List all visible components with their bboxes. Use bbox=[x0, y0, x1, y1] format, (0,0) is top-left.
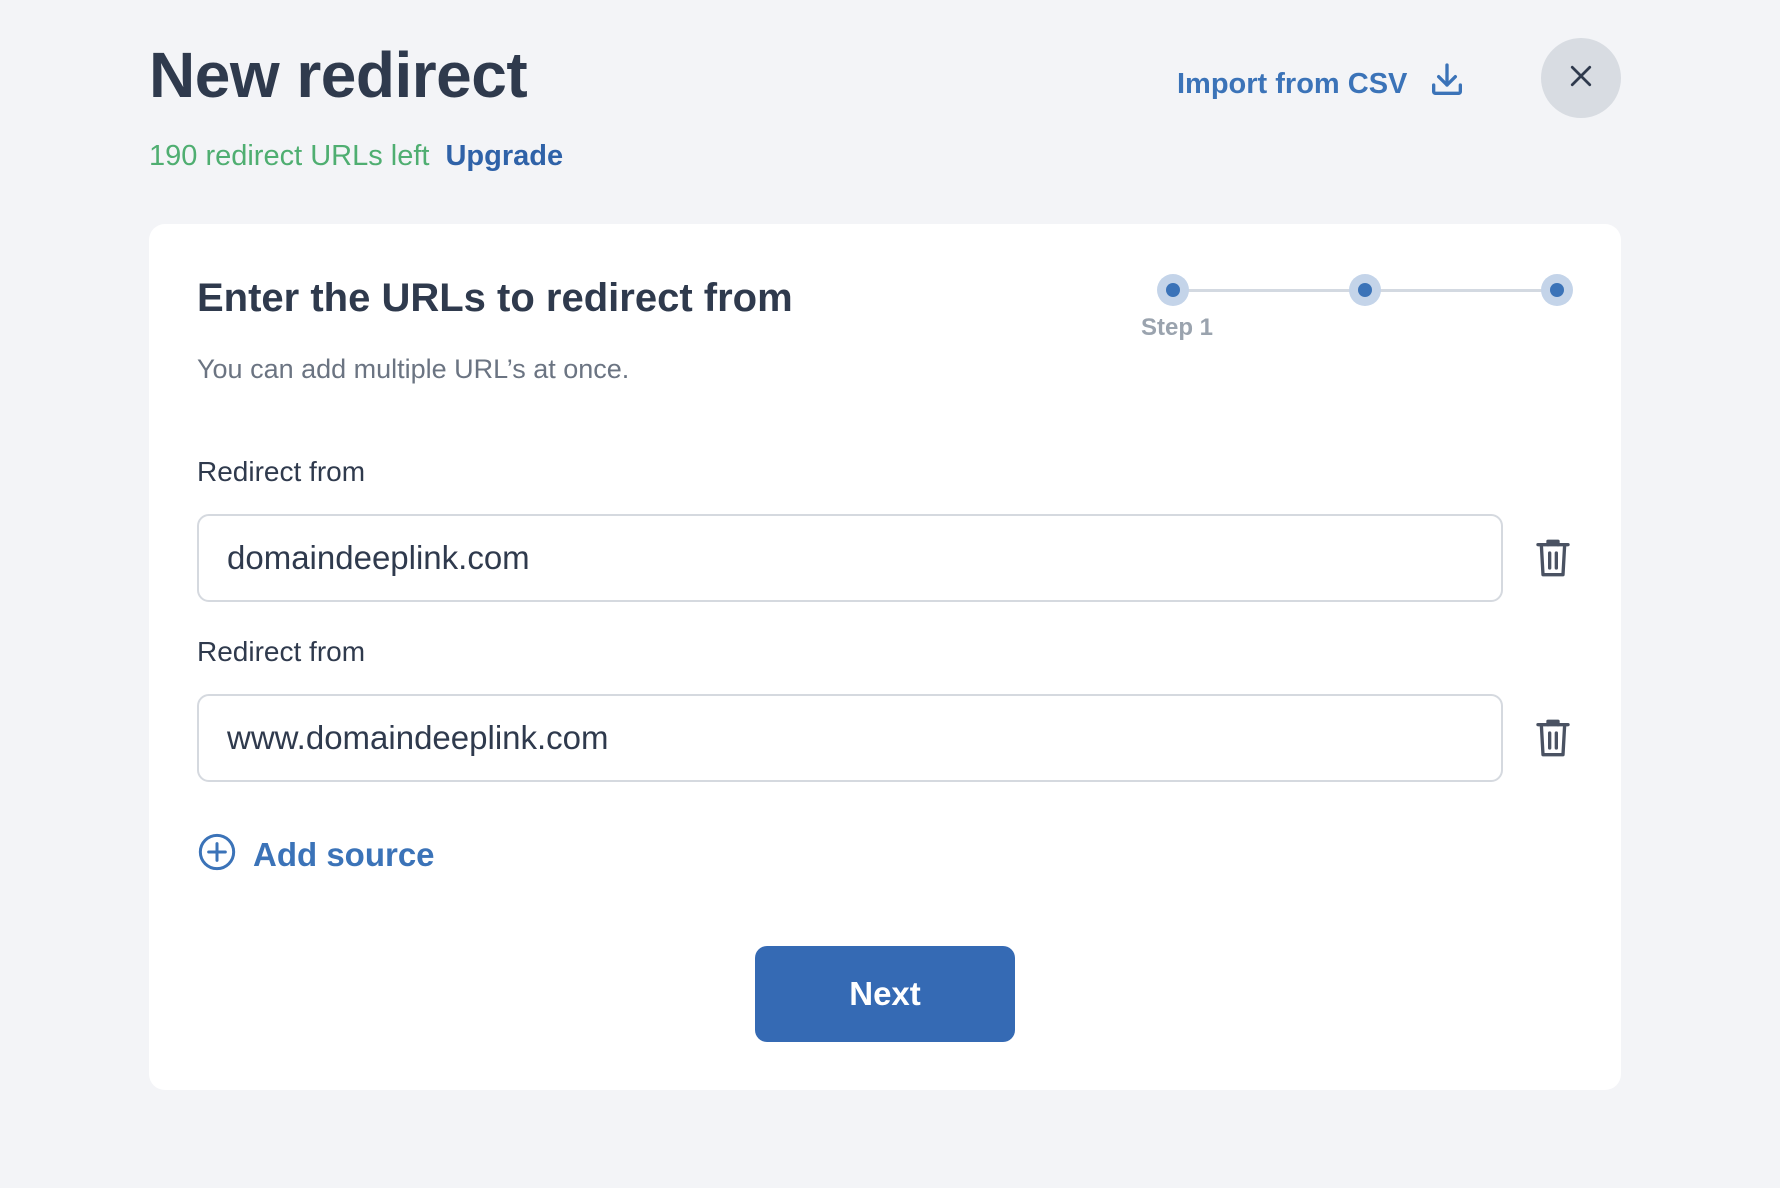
close-button[interactable] bbox=[1541, 38, 1621, 118]
trash-icon bbox=[1536, 539, 1570, 577]
new-redirect-page: New redirect 190 redirect URLs left Upgr… bbox=[0, 0, 1780, 1188]
step-connector bbox=[1365, 289, 1557, 292]
redirect-from-input-1[interactable] bbox=[197, 514, 1503, 602]
step-dot-1 bbox=[1157, 274, 1189, 306]
redirect-form-card: Enter the URLs to redirect from You can … bbox=[149, 224, 1621, 1090]
close-icon bbox=[1566, 61, 1596, 96]
step-connector bbox=[1173, 289, 1365, 292]
import-csv-button[interactable]: Import from CSV bbox=[1177, 60, 1467, 108]
delete-source-button-2[interactable] bbox=[1533, 716, 1573, 760]
trash-icon bbox=[1536, 719, 1570, 757]
upgrade-link[interactable]: Upgrade bbox=[445, 140, 563, 173]
add-source-label: Add source bbox=[253, 835, 435, 873]
card-heading: Enter the URLs to redirect from bbox=[197, 276, 793, 320]
step-label: Step 1 bbox=[1141, 314, 1214, 341]
urls-left-text: 190 redirect URLs left bbox=[149, 140, 430, 172]
plus-circle-icon bbox=[197, 832, 237, 877]
card-subheading: You can add multiple URL’s at once. bbox=[197, 354, 630, 384]
download-icon bbox=[1427, 60, 1467, 108]
redirect-from-input-2[interactable] bbox=[197, 694, 1503, 782]
import-csv-label: Import from CSV bbox=[1177, 67, 1408, 100]
add-source-button[interactable]: Add source bbox=[197, 832, 435, 877]
redirect-from-label-2: Redirect from bbox=[197, 636, 366, 667]
progress-stepper: Step 1 bbox=[1141, 270, 1577, 350]
page-title: New redirect bbox=[149, 39, 528, 111]
quota-line: 190 redirect URLs left Upgrade bbox=[149, 140, 563, 173]
next-button[interactable]: Next bbox=[755, 946, 1015, 1042]
redirect-from-label-1: Redirect from bbox=[197, 456, 366, 487]
delete-source-button-1[interactable] bbox=[1533, 536, 1573, 580]
step-dot-2 bbox=[1349, 274, 1381, 306]
step-dot-3 bbox=[1541, 274, 1573, 306]
